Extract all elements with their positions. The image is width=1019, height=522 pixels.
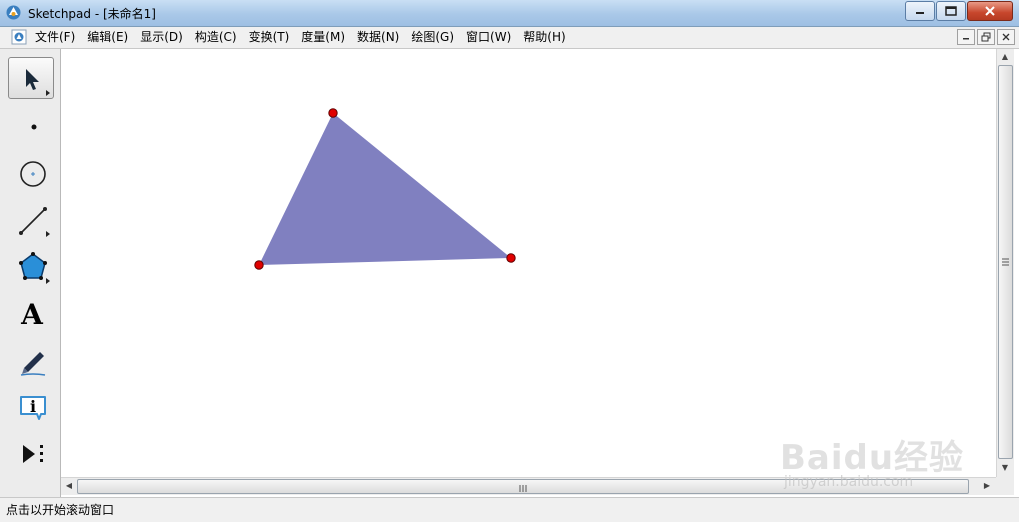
menu-display[interactable]: 显示(D) bbox=[134, 27, 189, 48]
document-icon[interactable] bbox=[11, 29, 27, 45]
close-icon bbox=[1002, 33, 1010, 41]
triangle-polygon[interactable] bbox=[259, 113, 511, 265]
menu-edit[interactable]: 编辑(E) bbox=[81, 27, 134, 48]
vertical-scroll-thumb[interactable] bbox=[998, 65, 1013, 459]
marker-tool[interactable] bbox=[8, 339, 54, 381]
minimize-button[interactable] bbox=[905, 1, 935, 21]
custom-tool[interactable] bbox=[8, 433, 54, 475]
marker-pen-icon bbox=[20, 352, 46, 376]
horizontal-scrollbar[interactable]: ◀ ▶ bbox=[61, 477, 996, 495]
svg-text:A: A bbox=[20, 298, 44, 331]
play-menu-icon bbox=[23, 445, 43, 463]
menu-window[interactable]: 窗口(W) bbox=[460, 27, 517, 48]
text-a-icon: A bbox=[20, 298, 44, 331]
arrow-select-tool[interactable] bbox=[8, 57, 54, 99]
scroll-down-icon[interactable]: ▼ bbox=[998, 461, 1012, 475]
title-bar: Sketchpad - [未命名1] bbox=[0, 0, 1019, 27]
close-icon bbox=[985, 6, 995, 16]
restore-icon bbox=[981, 32, 991, 42]
horizontal-scroll-thumb[interactable] bbox=[77, 479, 969, 494]
polygon-tool[interactable] bbox=[8, 245, 54, 287]
circle-icon bbox=[20, 161, 46, 187]
menu-list: 文件(F) 编辑(E) 显示(D) 构造(C) 变换(T) 度量(M) 数据(N… bbox=[29, 27, 572, 48]
straightedge-tool[interactable] bbox=[8, 198, 54, 240]
point-icon bbox=[31, 124, 37, 130]
grip-icon bbox=[1002, 258, 1009, 266]
segment-icon bbox=[19, 207, 50, 237]
window-title: Sketchpad - [未命名1] bbox=[28, 7, 156, 21]
point-tool[interactable] bbox=[8, 104, 54, 146]
scroll-right-icon[interactable]: ▶ bbox=[980, 479, 994, 493]
menu-number[interactable]: 数据(N) bbox=[351, 27, 405, 48]
menu-graph[interactable]: 绘图(G) bbox=[405, 27, 460, 48]
close-button[interactable] bbox=[967, 1, 1013, 21]
menu-construct[interactable]: 构造(C) bbox=[189, 27, 243, 48]
scroll-up-icon[interactable]: ▲ bbox=[998, 50, 1012, 64]
vertical-scrollbar[interactable]: ▲ ▼ bbox=[996, 49, 1014, 477]
doc-close-button[interactable] bbox=[997, 29, 1015, 45]
menu-bar: 文件(F) 编辑(E) 显示(D) 构造(C) 变换(T) 度量(M) 数据(N… bbox=[0, 27, 1019, 49]
text-tool[interactable]: A bbox=[8, 292, 54, 334]
triangle-vertex-point[interactable] bbox=[328, 108, 338, 118]
doc-restore-button[interactable] bbox=[977, 29, 995, 45]
maximize-icon bbox=[945, 6, 957, 16]
menu-measure[interactable]: 度量(M) bbox=[295, 27, 351, 48]
scrollbar-corner bbox=[996, 477, 1014, 495]
geometry-layer bbox=[254, 108, 516, 270]
toolbox: A i bbox=[0, 49, 61, 497]
doc-minimize-button[interactable] bbox=[957, 29, 975, 45]
maximize-button[interactable] bbox=[936, 1, 966, 21]
sketch-canvas[interactable] bbox=[61, 49, 996, 477]
menu-file[interactable]: 文件(F) bbox=[29, 27, 81, 48]
grip-icon bbox=[519, 485, 527, 492]
sketchpad-app-icon bbox=[6, 5, 21, 20]
scroll-left-icon[interactable]: ◀ bbox=[62, 479, 76, 493]
menu-help[interactable]: 帮助(H) bbox=[517, 27, 571, 48]
status-bar: 点击以开始滚动窗口 bbox=[0, 497, 1019, 522]
status-text: 点击以开始滚动窗口 bbox=[6, 503, 115, 517]
minimize-icon bbox=[963, 38, 969, 40]
pentagon-icon bbox=[19, 252, 50, 284]
info-icon: i bbox=[20, 396, 46, 420]
arrow-pointer-icon bbox=[26, 69, 50, 96]
triangle-vertex-point[interactable] bbox=[506, 253, 516, 263]
triangle-vertex-point[interactable] bbox=[254, 260, 264, 270]
menu-transform[interactable]: 变换(T) bbox=[243, 27, 296, 48]
information-tool[interactable]: i bbox=[8, 386, 54, 428]
compass-tool[interactable] bbox=[8, 151, 54, 193]
svg-text:i: i bbox=[30, 397, 36, 416]
minimize-icon bbox=[916, 12, 924, 14]
